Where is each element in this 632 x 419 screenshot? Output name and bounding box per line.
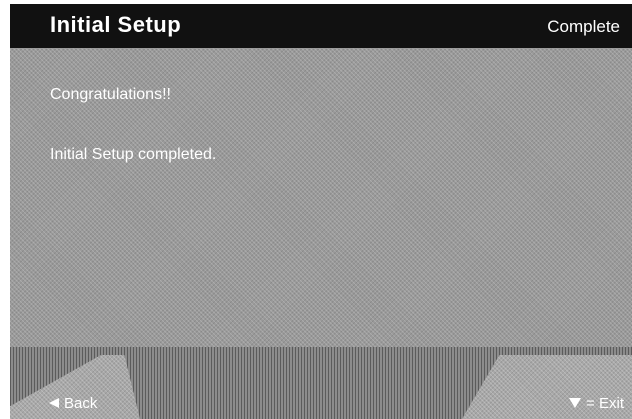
status-label: Complete — [547, 17, 620, 36]
content-panel: Congratulations!! Initial Setup complete… — [10, 48, 632, 347]
page-title: Initial Setup — [50, 12, 182, 37]
completed-message: Initial Setup completed. — [50, 146, 217, 163]
back-button[interactable]: Back — [48, 395, 97, 413]
exit-label: Exit — [598, 395, 624, 413]
title-bar: Initial Setup Complete — [10, 4, 632, 48]
back-label: Back — [64, 395, 98, 413]
down-arrow-icon — [568, 396, 582, 413]
footer-bar: Back = Exit — [10, 347, 632, 419]
left-arrow-icon — [48, 396, 60, 413]
setup-screen: Initial Setup Complete Congratulations!!… — [0, 0, 632, 419]
exit-prefix: = — [586, 395, 595, 413]
congratulations-text: Congratulations!! — [50, 86, 171, 103]
exit-button[interactable]: = Exit — [568, 395, 624, 413]
